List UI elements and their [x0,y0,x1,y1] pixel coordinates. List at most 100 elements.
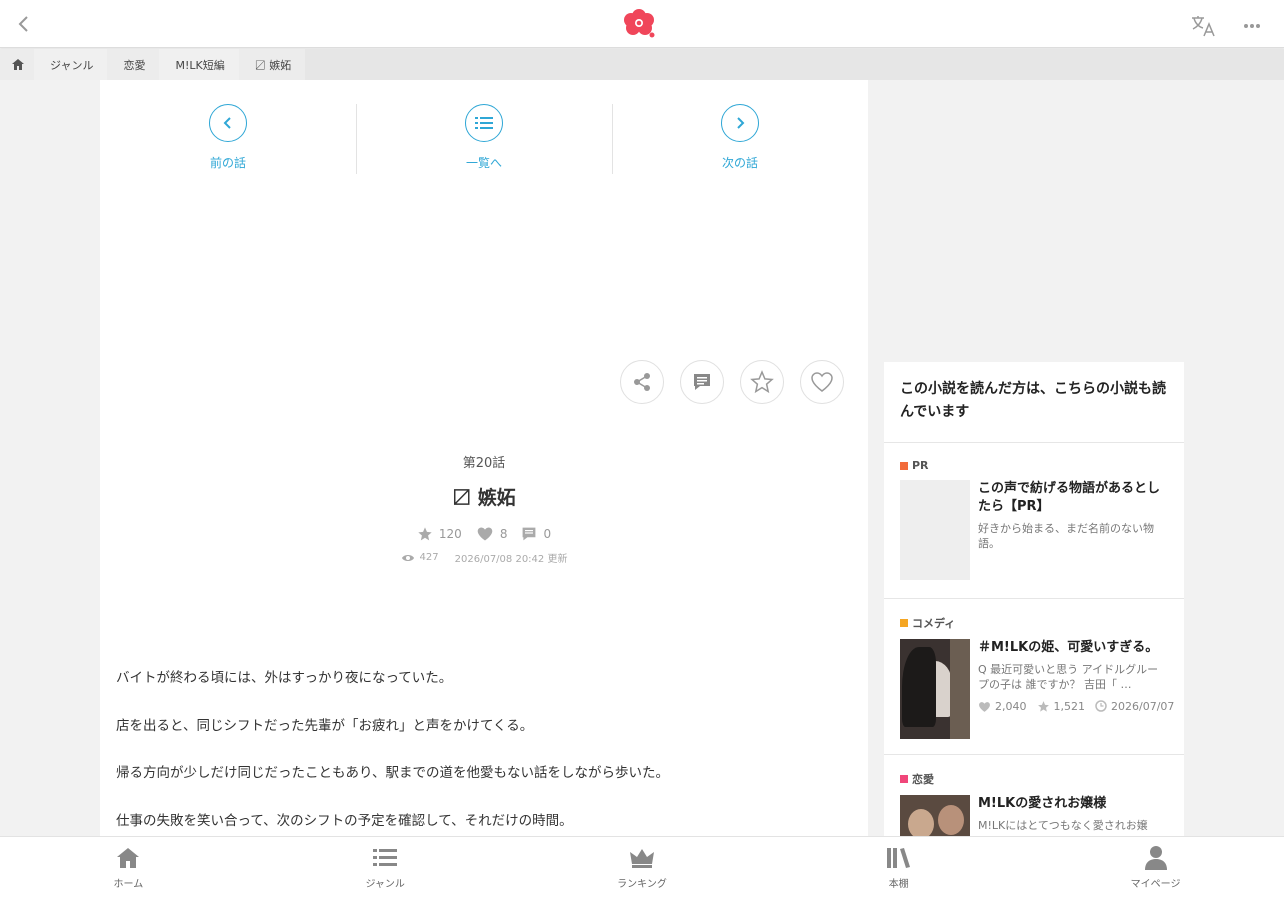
star-outline-icon [750,370,774,394]
main-content: 前の話 一覧へ 次の話 第20話 〼 嫉妬 120 8 0 427 2026/0… [100,80,868,836]
bookshelf-tab-icon [885,845,913,871]
category-name: コメディ [912,617,956,630]
prev-circle [209,104,247,142]
breadcrumb-romance[interactable]: 恋愛 [107,49,160,80]
mypage-tab-icon [1142,845,1170,871]
recommendation-title: ＃M!LKの姫、可愛いすぎる。 [978,640,1159,655]
more-button[interactable] [1240,14,1264,38]
clock-icon [1095,700,1107,712]
eye-icon [401,554,414,561]
crown-icon [629,849,654,868]
story-body: バイトが終わる頃には、外はすっかり夜になっていた。 店を出ると、同じシフトだった… [116,668,856,836]
flower-logo-icon [624,9,655,38]
thumbnail-figure [908,809,934,836]
category-label: コメディ [900,615,1168,631]
tab-ranking[interactable]: ランキング [514,837,771,900]
category-marker [900,461,908,470]
recommendation-sidebar: この小説を読んだ方は、こちらの小説も読んでいます PR この声で紡げる物語がある… [884,362,1184,836]
recommendation-desc: 好きから始まる、まだ名前のない物語。 [978,522,1154,550]
rec-star-count: 1,521 [1037,700,1085,713]
story-paragraph: 帰る方向が少しだけ同じだったこともあり、駅までの道を他愛もない話をしながら歩いた… [116,765,669,781]
category-name: PR [912,459,929,472]
episode-meta: 427 2026/07/08 20:42 更新 [100,550,868,565]
episode-nav: 前の話 一覧へ 次の話 [100,80,868,190]
episode-header: 第20話 〼 嫉妬 120 8 0 427 2026/07/08 20:42 更… [100,452,868,565]
list-icon [373,849,398,866]
category-marker [900,775,908,783]
breadcrumb: ジャンル 恋愛 M!LK短編 〼 嫉妬 [0,49,1284,80]
breadcrumb-home[interactable] [0,49,34,80]
logo[interactable] [621,8,657,40]
heart-icon [979,701,990,712]
breadcrumb-series[interactable]: M!LK短編 [159,49,239,80]
comment-icon [694,374,710,390]
recommendation-title: この声で紡げる物語があるとしたら【PR】 [978,481,1161,514]
view-count: 427 [401,552,439,563]
home-tab-icon [114,845,142,871]
tab-label: ランキング [617,879,667,890]
rec-date-value: 2026/07/07 [1111,699,1175,713]
tab-label: ジャンル [365,879,405,890]
comment-count-value: 0 [543,527,552,541]
tab-mypage[interactable]: マイページ [1027,837,1284,900]
translate-button[interactable] [1190,14,1218,38]
cover-thumbnail [900,480,970,580]
episode-title: 〼 嫉妬 [452,487,516,509]
star-count-value: 120 [438,527,462,541]
category-name: 恋愛 [912,773,934,786]
tab-genre[interactable]: ジャンル [257,837,514,900]
like-heart-button[interactable] [800,360,844,404]
recommendation-body: この声で紡げる物語があるとしたら【PR】 好きから始まる、まだ名前のない物語。 [900,480,1168,580]
recommendation-desc: Q 最近可愛いと思う アイドルグループの子は 誰ですか？ 吉田「 … [978,663,1159,691]
next-episode-button[interactable]: 次の話 [612,80,868,190]
sidebar-heading: この小説を読んだ方は、こちらの小説も読んでいます [884,362,1184,443]
breadcrumb-label: M!LK短編 [175,58,225,72]
tab-home[interactable]: ホーム [0,837,257,900]
bottom-navigation: ホーム ジャンル ランキング 本棚 マイページ [0,836,1284,900]
updated-date: 2026/07/08 20:42 更新 [454,554,568,565]
tab-label: ホーム [113,879,144,890]
episode-list-button[interactable]: 一覧へ [356,80,612,190]
thumbnail-hair [902,647,936,727]
recommendation-card[interactable]: 恋愛 M!LKの愛されお嬢様 M!LKにはとてつもなく愛されお嬢 [884,755,1184,836]
recommendation-body: ＃M!LKの姫、可愛いすぎる。 Q 最近可愛いと思う アイドルグループの子は 誰… [900,639,1175,739]
more-icon [1244,24,1260,28]
next-label: 次の話 [721,156,758,170]
star-icon [418,527,432,541]
tab-bookshelf[interactable]: 本棚 [770,837,1027,900]
person-icon [1144,846,1167,870]
top-header [0,0,1284,48]
chevron-left-icon [223,117,231,129]
recommendation-card[interactable]: コメディ ＃M!LKの姫、可愛いすぎる。 Q 最近可愛いと思う アイドルグループ… [884,599,1184,755]
category-marker [900,619,908,627]
category-label: 恋愛 [900,771,1168,787]
breadcrumb-current: 〼 嫉妬 [238,49,306,80]
next-circle [721,104,759,142]
recommendation-body: M!LKの愛されお嬢様 M!LKにはとてつもなく愛されお嬢 [900,795,1168,836]
home-icon [12,59,24,70]
recommendation-title: M!LKの愛されお嬢様 [978,796,1107,811]
cover-thumbnail [900,639,970,739]
breadcrumb-label: 〼 嫉妬 [254,58,292,72]
breadcrumb-genre[interactable]: ジャンル [34,49,108,80]
recommendation-info: この声で紡げる物語があるとしたら【PR】 好きから始まる、まだ名前のない物語。 [978,480,1168,580]
favorite-star-button[interactable] [740,360,784,404]
list-icon [475,117,493,129]
recommendation-info: ＃M!LKの姫、可愛いすぎる。 Q 最近可愛いと思う アイドルグループの子は 誰… [978,639,1175,739]
star-icon [1037,701,1049,712]
chevron-left-icon [18,16,28,32]
bookshelf-icon [886,848,910,868]
comment-button[interactable] [680,360,724,404]
story-paragraph: バイトが終わる頃には、外はすっかり夜になっていた。 [116,670,453,686]
rec-like-count: 2,040 [978,700,1027,713]
story-paragraph: 仕事の失敗を笑い合って、次のシフトの予定を確認して、それだけの時間。 [116,812,573,829]
like-count-value: 8 [499,527,508,541]
recommendation-card[interactable]: PR この声で紡げる物語があるとしたら【PR】 好きから始まる、まだ名前のない物… [884,443,1184,599]
story-paragraph: 店を出ると、同じシフトだった先輩が「お疲れ」と声をかけてくる。 [116,717,534,734]
prev-episode-button[interactable]: 前の話 [100,80,356,190]
like-count: 8 [476,526,508,542]
recommendation-info: M!LKの愛されお嬢様 M!LKにはとてつもなく愛されお嬢 [978,795,1168,836]
thumbnail-light [950,639,970,739]
share-button[interactable] [620,360,664,404]
back-button[interactable] [12,12,36,36]
